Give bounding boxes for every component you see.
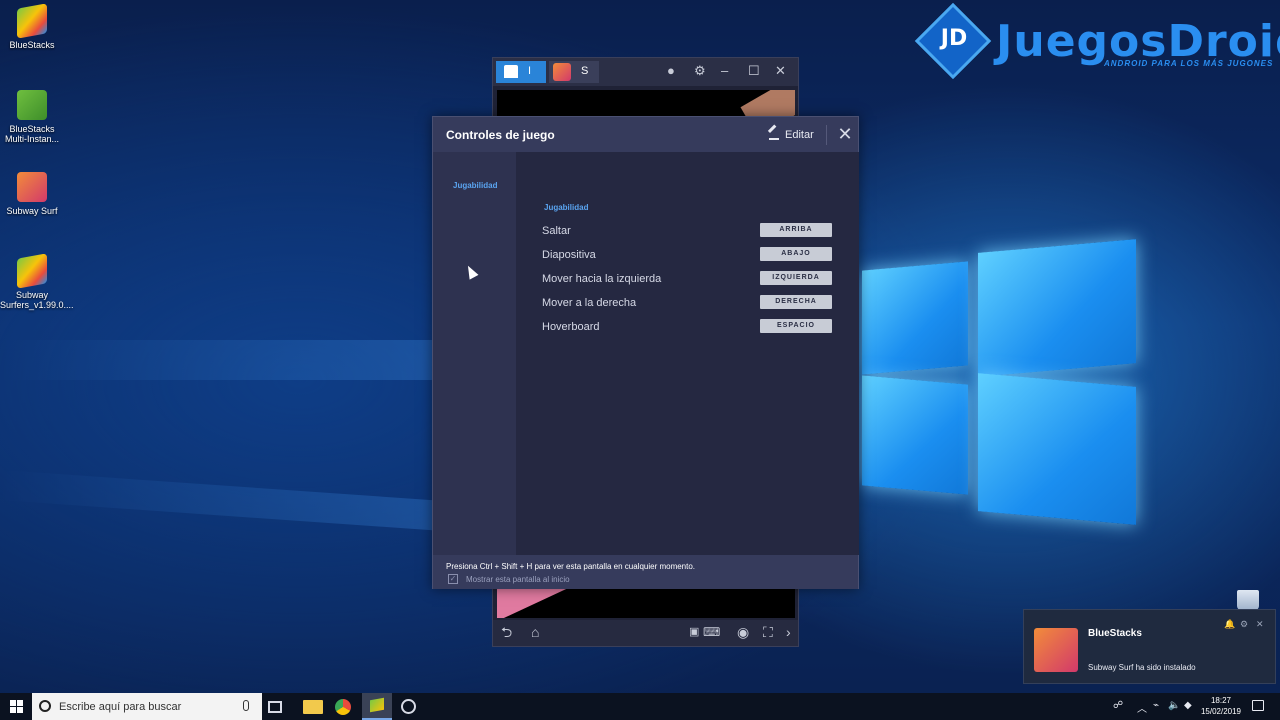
windows-logo — [858, 226, 1148, 526]
subway-surf-icon — [17, 172, 47, 202]
dialog-sidebar: Jugabilidad — [433, 152, 516, 555]
account-icon[interactable]: ● — [667, 64, 675, 78]
control-action: Saltar — [542, 225, 571, 237]
home-icon — [504, 65, 518, 78]
control-row: Saltar ARRIBA — [542, 223, 834, 239]
notification-message: Subway Surf ha sido instalado — [1088, 663, 1196, 672]
sidebar-item-jugabilidad[interactable]: Jugabilidad — [453, 181, 497, 190]
key-binding-button[interactable]: ESPACIO — [760, 319, 832, 333]
game-controls-dialog: Controles de juego Editar ✕ Jugabilidad … — [432, 116, 859, 589]
system-clock[interactable]: 18:27 15/02/2019 — [1196, 695, 1246, 717]
home-button-icon[interactable]: ⌂ — [531, 624, 539, 640]
bluestacks-bottom-bar: ⮌ ⌂ ▣ ⌨ ◉ ⛶ › — [493, 620, 798, 646]
network-icon[interactable]: ⌁ — [1153, 700, 1159, 711]
steam-icon[interactable] — [401, 699, 416, 714]
close-icon[interactable]: ✕ — [835, 123, 855, 145]
controls-panel: Jugabilidad Saltar ARRIBA Diapositiva AB… — [516, 152, 859, 555]
subway-surf-icon — [1034, 628, 1078, 672]
search-placeholder: Escribe aquí para buscar — [59, 701, 182, 713]
fullscreen-icon[interactable]: ⛶ — [763, 624, 773, 640]
key-binding-button[interactable]: DERECHA — [760, 295, 832, 309]
action-center-icon[interactable] — [1252, 700, 1264, 711]
juegosdroid-tagline: ANDROID PARA LOS MÁS JUGONES — [1104, 59, 1274, 68]
control-row: Mover a la derecha DERECHA — [542, 295, 834, 311]
file-explorer-icon[interactable] — [303, 700, 323, 714]
show-on-start-checkbox[interactable]: ✓ — [448, 574, 458, 584]
key-binding-button[interactable]: ABAJO — [760, 247, 832, 261]
dropbox-icon[interactable]: ◆ — [1184, 700, 1192, 711]
bluestacks-icon — [370, 697, 384, 713]
edit-button[interactable]: Editar — [769, 126, 814, 144]
maximize-button[interactable]: ☐ — [748, 64, 760, 78]
chrome-icon[interactable] — [335, 699, 351, 715]
gear-icon[interactable]: ⚙ — [694, 64, 706, 78]
start-button[interactable] — [0, 693, 32, 720]
desktop-icon-subway-surf[interactable]: Subway Surf — [0, 172, 64, 216]
notification-settings-icon[interactable]: ⚙ — [1240, 619, 1248, 630]
cortana-icon — [39, 700, 51, 712]
chevron-up-icon[interactable]: ︿ — [1137, 700, 1147, 715]
dialog-title: Controles de juego — [446, 128, 555, 142]
notification-mute-icon[interactable]: 🔔 — [1224, 619, 1235, 630]
people-icon[interactable]: ☍ — [1113, 700, 1123, 711]
control-row: Hoverboard ESPACIO — [542, 319, 834, 335]
control-action: Diapositiva — [542, 249, 596, 261]
bluestacks-titlebar: I S ● ⚙ – ☐ ✕ — [493, 58, 798, 86]
minimize-button[interactable]: – — [721, 64, 728, 78]
control-action: Hoverboard — [542, 321, 600, 333]
chevron-right-icon[interactable]: › — [786, 624, 791, 640]
dialog-header: Controles de juego Editar ✕ — [433, 117, 858, 152]
key-binding-button[interactable]: ARRIBA — [760, 223, 832, 237]
desktop-icon-bluestacks[interactable]: BlueStacks — [0, 3, 64, 50]
section-title: Jugabilidad — [544, 203, 589, 212]
subway-surf-icon — [553, 63, 571, 81]
recycle-bin-icon[interactable] — [1237, 590, 1259, 610]
control-action: Mover a la derecha — [542, 297, 637, 309]
juegosdroid-badge-text: JD — [940, 26, 968, 51]
back-icon[interactable]: ⮌ — [501, 624, 512, 640]
pencil-icon — [769, 130, 779, 140]
bluestacks-icon — [17, 3, 47, 39]
edit-label: Editar — [785, 129, 814, 141]
keymap-icon[interactable]: ▣ — [689, 624, 699, 640]
dialog-footer: Presiona Ctrl + Shift + H para ver esta … — [433, 555, 858, 589]
control-action: Mover hacia la izquierda — [542, 273, 662, 285]
close-window-button[interactable]: ✕ — [775, 64, 786, 78]
taskbar-bluestacks-active[interactable] — [362, 693, 392, 720]
key-binding-button[interactable]: IZQUIERDA — [760, 271, 832, 285]
notification-toast[interactable]: BlueStacks Subway Surf ha sido instalado… — [1023, 609, 1276, 684]
show-on-start-label: Mostrar esta pantalla al inicio — [466, 575, 570, 584]
taskbar: Escribe aquí para buscar ☍ ︿ ⌁ 🔈 ◆ 18:27… — [0, 693, 1280, 720]
microphone-icon[interactable] — [243, 700, 249, 711]
control-row: Diapositiva ABAJO — [542, 247, 834, 263]
taskbar-search-box[interactable]: Escribe aquí para buscar — [32, 693, 262, 720]
control-row: Mover hacia la izquierda IZQUIERDA — [542, 271, 834, 287]
clock-time: 18:27 — [1210, 696, 1232, 705]
clock-date: 15/02/2019 — [1200, 707, 1242, 716]
bluestacks-multi-icon — [17, 90, 47, 120]
notification-close-icon[interactable]: ✕ — [1256, 619, 1264, 630]
tab-home[interactable]: I — [496, 61, 546, 83]
volume-icon[interactable]: 🔈 — [1168, 700, 1180, 711]
desktop-icon-bluestacks-multi[interactable]: BlueStacks Multi-Instan... — [0, 90, 64, 144]
shortcut-hint: Presiona Ctrl + Shift + H para ver esta … — [446, 562, 696, 571]
notification-title: BlueStacks — [1088, 628, 1142, 639]
keyboard-icon[interactable]: ⌨ — [703, 624, 720, 640]
tab-subway-surf[interactable]: S — [549, 61, 599, 83]
task-view-icon[interactable] — [268, 701, 282, 713]
header-divider — [826, 125, 827, 145]
bluestacks-apk-icon — [17, 253, 47, 289]
location-icon[interactable]: ◉ — [737, 624, 749, 640]
desktop-icon-subway-surfers-apk[interactable]: Subway Surfers_v1.99.0.... — [0, 253, 74, 310]
